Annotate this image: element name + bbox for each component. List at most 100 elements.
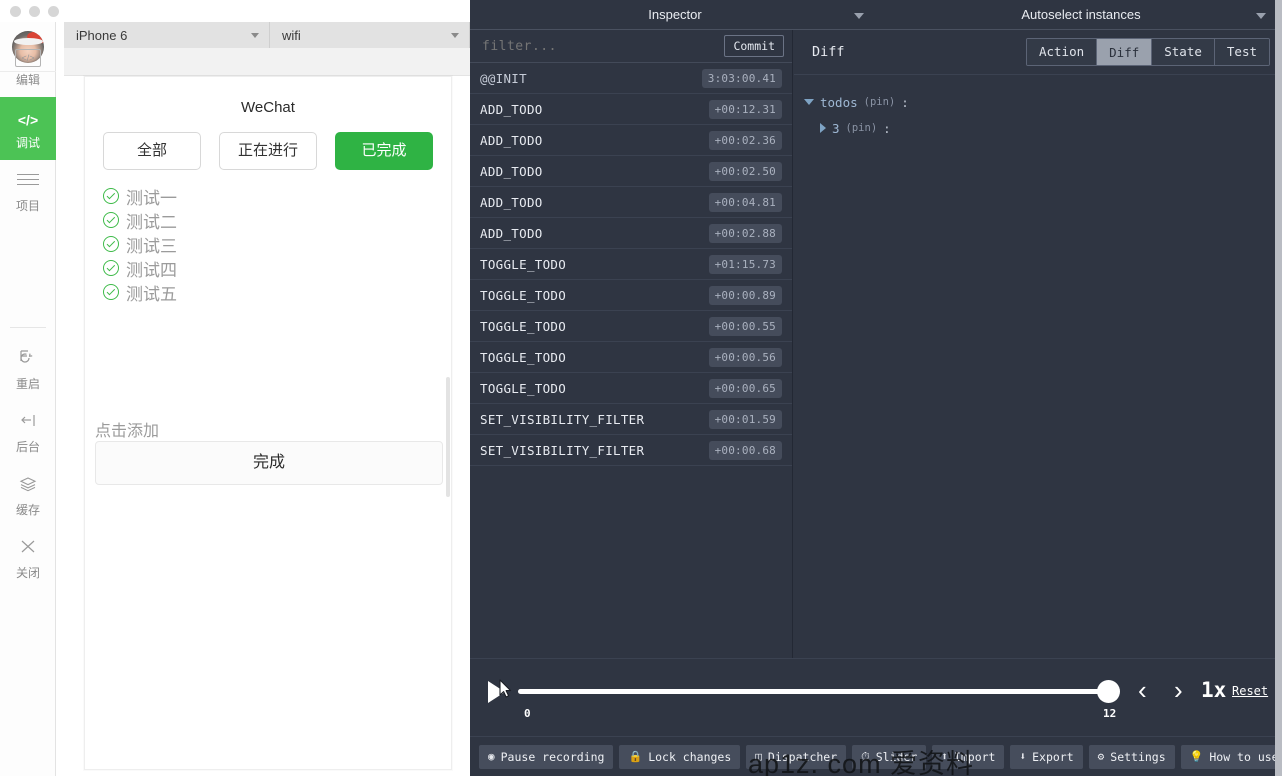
table-row[interactable]: TOGGLE_TODO +00:00.89 xyxy=(470,280,792,311)
lock-changes-button[interactable]: 🔒 Lock changes xyxy=(619,745,740,769)
check-circle-icon[interactable] xyxy=(103,284,119,300)
record-dot-icon: ◉ xyxy=(488,751,495,762)
simulator-subbar xyxy=(64,48,470,76)
filter-button-all[interactable]: 全部 xyxy=(103,132,201,170)
list-item[interactable]: 测试一 xyxy=(103,184,451,208)
play-icon[interactable] xyxy=(488,681,505,703)
slider-min-label: 0 xyxy=(524,707,531,720)
table-row[interactable]: ADD_TODO +00:02.36 xyxy=(470,125,792,156)
filter-button-active[interactable]: 正在进行 xyxy=(219,132,317,170)
chevron-right-icon[interactable]: › xyxy=(1174,677,1183,703)
table-row[interactable]: SET_VISIBILITY_FILTER +00:00.68 xyxy=(470,435,792,466)
network-select-value: wifi xyxy=(282,28,301,43)
list-item[interactable]: 测试二 xyxy=(103,208,451,232)
gear-icon: ⚙ xyxy=(1098,751,1105,762)
tab-state[interactable]: State xyxy=(1152,39,1215,65)
network-select[interactable]: wifi xyxy=(270,22,470,48)
rail-divider xyxy=(10,327,46,328)
filter-button-completed[interactable]: 已完成 xyxy=(335,132,433,170)
action-timestamp: +00:04.81 xyxy=(709,193,782,212)
list-item[interactable]: 测试三 xyxy=(103,232,451,256)
table-row[interactable]: @@INIT 3:03:00.41 xyxy=(470,63,792,94)
action-name: SET_VISIBILITY_FILTER xyxy=(480,443,709,458)
slider-thumb[interactable] xyxy=(1097,680,1120,703)
export-button[interactable]: ⬇ Export xyxy=(1010,745,1082,769)
zoom-window-button[interactable] xyxy=(48,6,59,17)
table-row[interactable]: TOGGLE_TODO +00:00.56 xyxy=(470,342,792,373)
detail-pane: Diff Action Diff State Test todos (pin) … xyxy=(794,30,1282,658)
code-brackets-icon: </> xyxy=(0,107,56,133)
reset-link[interactable]: Reset xyxy=(1232,684,1268,698)
tree-node-3[interactable]: 3 (pin) : xyxy=(804,115,1282,141)
table-row[interactable]: ADD_TODO +00:04.81 xyxy=(470,187,792,218)
list-item[interactable]: 测试五 xyxy=(103,280,451,304)
sidebar-item-label-restart: 重启 xyxy=(0,376,56,392)
tree-node-suffix: : xyxy=(883,121,891,136)
check-circle-icon[interactable] xyxy=(103,212,119,228)
sidebar-item-label-cache: 缓存 xyxy=(0,502,56,518)
traffic-lights xyxy=(10,6,59,17)
sidebar-item-label-background: 后台 xyxy=(0,439,56,455)
inspector-monitor-select[interactable]: Inspector xyxy=(470,0,880,30)
device-select[interactable]: iPhone 6 xyxy=(64,22,270,48)
minimize-window-button[interactable] xyxy=(29,6,40,17)
table-row[interactable]: SET_VISIBILITY_FILTER +00:01.59 xyxy=(470,404,792,435)
redux-top-bar: Inspector Autoselect instances xyxy=(470,0,1282,30)
search-input[interactable] xyxy=(482,39,724,54)
pause-recording-label: Pause recording xyxy=(501,750,605,764)
sidebar-item-restart[interactable]: 重启 xyxy=(0,338,56,401)
chevron-left-icon[interactable]: ‹ xyxy=(1138,677,1147,703)
tab-action[interactable]: Action xyxy=(1027,39,1097,65)
slider-icon: ⏱ xyxy=(861,751,870,762)
table-row[interactable]: ADD_TODO +00:12.31 xyxy=(470,94,792,125)
commit-button[interactable]: Commit xyxy=(724,35,784,57)
table-row[interactable]: ADD_TODO +00:02.50 xyxy=(470,156,792,187)
sidebar-item-debug[interactable]: </> 调试 xyxy=(0,97,56,160)
chevron-down-icon xyxy=(1256,13,1266,19)
sidebar-item-edit[interactable]: </> 编辑 xyxy=(0,34,56,97)
table-row[interactable]: ADD_TODO +00:02.88 xyxy=(470,218,792,249)
table-row[interactable]: TOGGLE_TODO +00:00.55 xyxy=(470,311,792,342)
playback-speed-button[interactable]: 1x xyxy=(1201,678,1226,702)
phone-scrollbar[interactable] xyxy=(446,377,450,497)
tab-diff[interactable]: Diff xyxy=(1097,39,1152,65)
pause-recording-button[interactable]: ◉ Pause recording xyxy=(479,745,613,769)
sidebar-item-cache[interactable]: 缓存 xyxy=(0,464,56,527)
slider-max-label: 12 xyxy=(1103,707,1116,720)
window-titlebar xyxy=(0,0,470,22)
chevron-right-icon[interactable] xyxy=(820,123,826,133)
done-button[interactable]: 完成 xyxy=(95,441,443,485)
tab-test[interactable]: Test xyxy=(1215,39,1269,65)
detail-tabs: Action Diff State Test xyxy=(1026,38,1270,66)
how-to-use-button[interactable]: 💡 How to use xyxy=(1181,745,1282,769)
dispatcher-button[interactable]: ◫ Dispatcher xyxy=(746,745,846,769)
table-row[interactable]: TOGGLE_TODO +00:00.65 xyxy=(470,373,792,404)
tree-node-key: 3 xyxy=(832,121,840,136)
sidebar-item-close[interactable]: 关闭 xyxy=(0,527,56,590)
action-timestamp: +01:15.73 xyxy=(709,255,782,274)
import-button[interactable]: ⬆ Import xyxy=(932,745,1004,769)
inspector-monitor-label: Inspector xyxy=(648,7,701,22)
check-circle-icon[interactable] xyxy=(103,260,119,276)
check-circle-icon[interactable] xyxy=(103,188,119,204)
tree-node-todos[interactable]: todos (pin) : xyxy=(804,89,1282,115)
instances-select[interactable]: Autoselect instances xyxy=(880,0,1282,30)
table-row[interactable]: TOGGLE_TODO +01:15.73 xyxy=(470,249,792,280)
close-window-button[interactable] xyxy=(10,6,21,17)
list-item[interactable]: 测试四 xyxy=(103,256,451,280)
sidebar-item-background[interactable]: 后台 xyxy=(0,401,56,464)
sidebar-item-label-edit: 编辑 xyxy=(0,72,56,88)
check-circle-icon[interactable] xyxy=(103,236,119,252)
slider-button[interactable]: ⏱ Slider xyxy=(852,745,926,769)
sidebar-item-project[interactable]: 项目 xyxy=(0,160,56,223)
todo-text: 测试一 xyxy=(126,184,177,209)
page-scrollbar[interactable] xyxy=(1275,0,1282,776)
simulator-toolbar: iPhone 6 wifi xyxy=(64,22,470,48)
settings-button[interactable]: ⚙ Settings xyxy=(1089,745,1175,769)
chevron-down-icon[interactable] xyxy=(804,99,814,105)
action-timestamp: +00:01.59 xyxy=(709,410,782,429)
action-name: ADD_TODO xyxy=(480,164,709,179)
slider-track[interactable] xyxy=(518,689,1114,694)
action-timestamp: +00:00.56 xyxy=(709,348,782,367)
todo-text: 测试五 xyxy=(126,280,177,305)
